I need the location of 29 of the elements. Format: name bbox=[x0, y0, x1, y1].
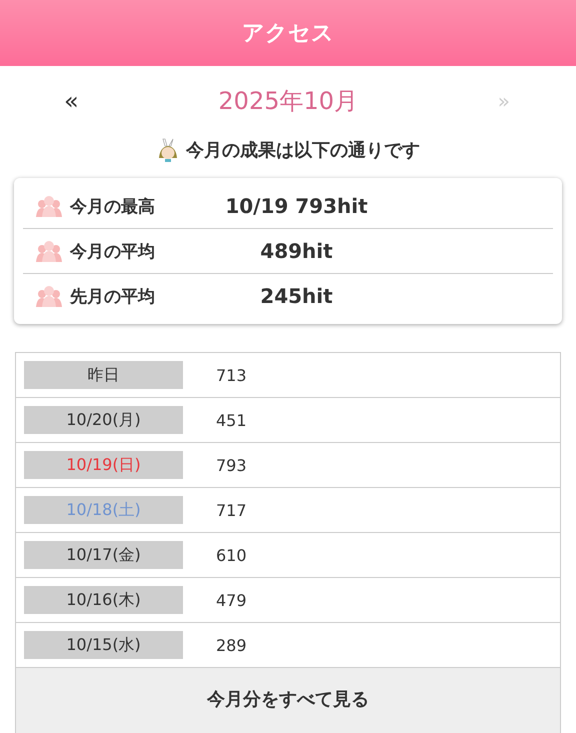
people-icon bbox=[35, 195, 63, 217]
date-label: 10/15(水) bbox=[24, 631, 183, 659]
summary-label: 先月の平均 bbox=[70, 286, 156, 308]
date-label: 昨日 bbox=[24, 361, 183, 389]
hit-count: 610 bbox=[216, 546, 247, 564]
hit-count: 479 bbox=[216, 590, 247, 610]
date-label: 10/16(木) bbox=[24, 586, 183, 614]
summary-label: 今月の最高 bbox=[70, 196, 156, 218]
people-icon bbox=[35, 285, 63, 307]
character-icon bbox=[156, 138, 180, 162]
see-all-button[interactable]: 今月分をすべて見る bbox=[16, 668, 560, 733]
summary-value: 10/19 793hit bbox=[224, 194, 369, 218]
intro-text: 今月の成果は以下の通りです bbox=[186, 139, 420, 162]
hit-count: 451 bbox=[216, 410, 247, 430]
hit-count: 289 bbox=[216, 636, 247, 654]
date-label: 10/18(土) bbox=[24, 496, 183, 524]
summary-value: 245hit bbox=[259, 284, 334, 308]
summary-value: 489hit bbox=[259, 239, 334, 263]
page-title: アクセス bbox=[242, 20, 334, 48]
date-label: 10/17(金) bbox=[24, 541, 183, 569]
date-label: 10/19(日) bbox=[24, 451, 183, 479]
hit-count: 793 bbox=[216, 456, 247, 474]
hit-count: 713 bbox=[216, 366, 247, 384]
hit-count: 717 bbox=[216, 500, 247, 520]
month-title: 2025年10月 bbox=[218, 86, 358, 117]
summary-label: 今月の平均 bbox=[70, 240, 156, 262]
previous-month-link[interactable]: « bbox=[64, 87, 79, 115]
people-icon bbox=[35, 240, 63, 262]
date-label: 10/20(月) bbox=[24, 406, 183, 434]
